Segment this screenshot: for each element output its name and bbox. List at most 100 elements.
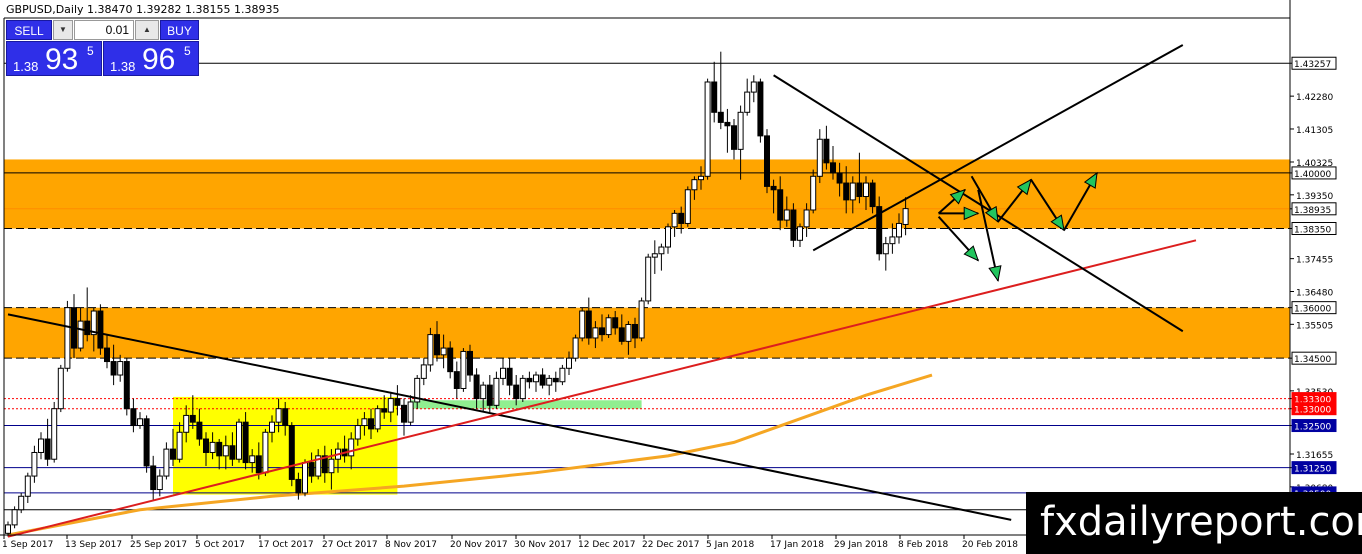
candle-body bbox=[381, 408, 388, 413]
candle-body bbox=[460, 350, 467, 389]
candle-body bbox=[374, 408, 381, 430]
candle-body bbox=[189, 414, 196, 423]
candle-body bbox=[671, 212, 678, 228]
lot-decrease-icon[interactable]: ▼ bbox=[53, 20, 73, 40]
candle-body bbox=[533, 374, 539, 383]
candle-body bbox=[282, 408, 289, 427]
bid-big: 93 bbox=[45, 43, 79, 76]
price-chart[interactable]: 1.432571.422801.413051.403251.400001.393… bbox=[0, 0, 1362, 554]
candle-body bbox=[302, 462, 308, 494]
candle-body bbox=[288, 425, 295, 480]
candle-body bbox=[579, 310, 586, 339]
buy-button[interactable]: BUY bbox=[160, 20, 199, 40]
candle-body bbox=[618, 327, 625, 342]
candle-body bbox=[209, 441, 216, 453]
candle-body bbox=[519, 377, 526, 400]
candle-body bbox=[242, 421, 249, 464]
y-tick-label: 1.35505 bbox=[1296, 321, 1333, 331]
candle-body bbox=[368, 418, 374, 430]
ask-prefix: 1.38 bbox=[110, 59, 136, 74]
candle-body bbox=[18, 495, 25, 511]
candle-body bbox=[737, 111, 744, 150]
lot-size-input[interactable]: 0.01 bbox=[74, 20, 134, 40]
zone bbox=[4, 307, 1290, 359]
candle-body bbox=[123, 361, 130, 410]
x-tick-label: 8 Feb 2018 bbox=[898, 540, 949, 550]
candle-body bbox=[38, 438, 44, 453]
candle-body bbox=[31, 451, 38, 477]
candle-body bbox=[777, 189, 784, 221]
y-tick-label: 1.31250 bbox=[1294, 465, 1331, 475]
candle-body bbox=[156, 475, 163, 491]
candle-body bbox=[658, 246, 665, 255]
sell-button[interactable]: SELL bbox=[6, 20, 52, 40]
x-tick-label: 25 Sep 2017 bbox=[130, 540, 187, 550]
candle-body bbox=[117, 361, 124, 376]
candle-body bbox=[447, 347, 454, 373]
candle-body bbox=[585, 310, 592, 339]
y-tick-label: 1.39350 bbox=[1296, 192, 1333, 202]
candle-body bbox=[810, 175, 817, 211]
candle-body bbox=[222, 445, 229, 457]
candle-body bbox=[150, 465, 157, 491]
bid-price[interactable]: 1.38 93 5 bbox=[6, 41, 102, 76]
ask-price[interactable]: 1.38 96 5 bbox=[103, 41, 199, 76]
candle-body bbox=[744, 91, 751, 113]
candle-body bbox=[394, 398, 401, 406]
candle-body bbox=[711, 81, 718, 113]
candle-body bbox=[539, 374, 546, 386]
candle-body bbox=[387, 398, 394, 413]
candle-body bbox=[638, 300, 645, 339]
x-tick-label: 8 Nov 2017 bbox=[385, 540, 437, 550]
candle-body bbox=[902, 208, 909, 225]
candle-body bbox=[552, 377, 559, 383]
candle-body bbox=[453, 371, 460, 389]
y-tick-label: 1.32500 bbox=[1294, 423, 1331, 433]
candle-body bbox=[143, 418, 150, 467]
candle-body bbox=[467, 350, 473, 376]
candle-body bbox=[770, 185, 777, 191]
candle-body bbox=[44, 438, 51, 460]
candle-body bbox=[605, 317, 612, 336]
candle-body bbox=[24, 475, 31, 497]
candle-body bbox=[843, 182, 850, 201]
candle-body bbox=[163, 448, 170, 477]
y-tick-label: 1.36000 bbox=[1294, 305, 1331, 315]
candle-body bbox=[731, 125, 737, 150]
candle-body bbox=[84, 320, 91, 336]
candle-body bbox=[572, 337, 579, 359]
candle-body bbox=[255, 455, 262, 474]
candle-body bbox=[440, 347, 447, 356]
candle-body bbox=[823, 138, 830, 164]
x-tick-label: 12 Dec 2017 bbox=[578, 540, 636, 550]
candle-body bbox=[678, 212, 685, 224]
candle-body bbox=[401, 404, 407, 423]
candle-body bbox=[513, 384, 520, 400]
candle-body bbox=[216, 441, 223, 457]
candle-body bbox=[803, 209, 810, 228]
candle-body bbox=[407, 401, 414, 423]
candle-body bbox=[651, 253, 658, 258]
candle-body bbox=[328, 458, 335, 474]
candle-body bbox=[546, 377, 553, 386]
y-tick-label: 1.31655 bbox=[1296, 451, 1333, 461]
ask-big: 96 bbox=[142, 43, 176, 76]
y-tick-label: 1.42280 bbox=[1296, 93, 1333, 103]
candle-body bbox=[599, 327, 605, 336]
lot-increase-icon[interactable]: ▲ bbox=[135, 20, 159, 40]
candle-body bbox=[566, 357, 572, 369]
candle-body bbox=[348, 438, 355, 457]
y-tick-label: 1.36480 bbox=[1296, 288, 1333, 298]
candle-body bbox=[295, 478, 302, 494]
candle-body bbox=[130, 408, 137, 427]
candle-body bbox=[691, 179, 698, 191]
candle-body bbox=[354, 425, 361, 440]
candle-body bbox=[632, 323, 638, 339]
candle-body bbox=[757, 81, 764, 137]
x-tick-label: 20 Feb 2018 bbox=[962, 540, 1018, 550]
candle-body bbox=[473, 374, 480, 400]
candle-body bbox=[104, 347, 110, 363]
candle-body bbox=[493, 377, 500, 406]
candle-body bbox=[229, 445, 236, 460]
zone bbox=[4, 159, 1290, 229]
